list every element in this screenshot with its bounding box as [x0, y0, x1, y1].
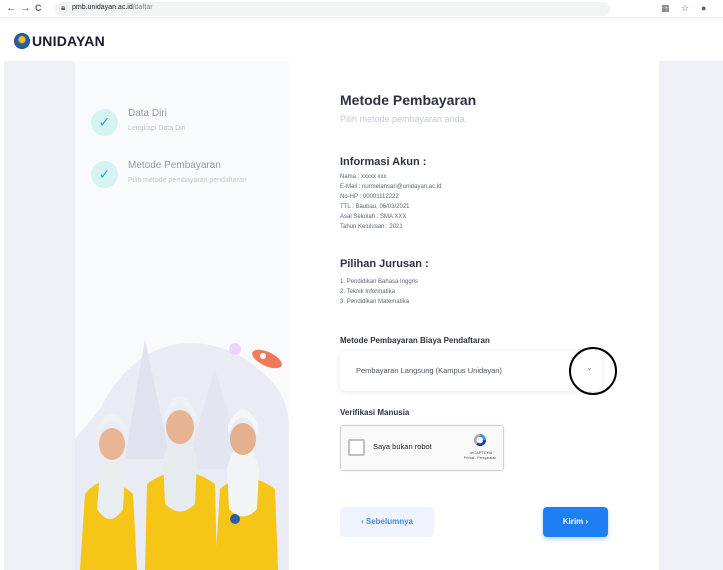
recaptcha-widget: Saya bukan robot reCAPTCHA Privasi - Per… [340, 425, 504, 471]
step-title: Metode Pembayaran [128, 160, 221, 171]
site-header: UNIDAYAN [0, 19, 723, 61]
verification-label: Verifikasi Manusia [340, 408, 410, 417]
major-item: 1. Pendidikan Bahasa Inggris [340, 279, 419, 285]
forward-icon[interactable]: → [20, 2, 31, 15]
recaptcha-logo-icon [473, 433, 487, 447]
step-title: Data Diri [128, 108, 167, 119]
lock-icon: 🔒︎ [61, 3, 66, 12]
bookmark-star-icon[interactable]: ☆ [681, 3, 689, 14]
recaptcha-brand: reCAPTCHA [469, 450, 493, 455]
step-description: Pilih metode pembayaran pendaftaran [128, 177, 247, 184]
check-icon: ✓ [91, 161, 118, 188]
recaptcha-label: Saya bukan robot [373, 442, 432, 451]
address-bar[interactable]: 🔒︎ pmb.unidayan.ac.id/daftar [55, 2, 610, 16]
recaptcha-checkbox[interactable] [348, 439, 365, 456]
previous-button[interactable]: ‹ Sebelumnya [340, 507, 434, 537]
steps-panel: ✓ Data Diri Lengkapi Data Diri ✓ Metode … [75, 61, 289, 570]
account-school: Asal Sekolah : SMA XXX [340, 214, 407, 220]
logo-text[interactable]: UNIDAYAN [32, 33, 105, 49]
account-email: E-Mail : nurmelansari@unidayan.ac.id [340, 184, 442, 190]
payment-method-label: Metode Pembayaran Biaya Pendaftaran [340, 336, 490, 345]
reload-icon[interactable]: C [35, 2, 42, 15]
translate-icon[interactable]: ▦ [661, 3, 670, 14]
page-title: Metode Pembayaran [340, 92, 477, 108]
recaptcha-links[interactable]: Privasi - Persyaratan [456, 456, 504, 460]
profile-icon[interactable]: ● [701, 3, 706, 13]
major-choices-heading: Pilihan Jurusan : [340, 258, 429, 270]
major-item: 3. Pendidikan Matematika [340, 299, 410, 305]
form-panel: Metode Pembayaran Pilih metode pembayara… [289, 61, 659, 570]
major-item: 2. Teknik Informatika [340, 289, 395, 295]
submit-button[interactable]: Kirim › [543, 507, 608, 537]
url-text: pmb.unidayan.ac.id/daftar [72, 4, 153, 11]
highlight-circle [569, 347, 617, 395]
payment-method-value: Pembayaran Langsung (Kampus Unidayan) [356, 366, 502, 375]
back-icon[interactable]: ← [6, 2, 17, 15]
unidayan-logo-icon[interactable] [14, 33, 30, 49]
account-birth: TTL : Baubau, 06/03/2021 [340, 204, 410, 210]
account-phone: No-HP : 00001112222 [340, 194, 399, 200]
payment-method-select[interactable]: Pembayaran Langsung (Kampus Unidayan) ⌄ [340, 351, 602, 391]
check-icon: ✓ [91, 109, 118, 136]
account-grad-year: Tahun Kelulusan : 2021 [340, 224, 403, 230]
step-description: Lengkapi Data Diri [128, 125, 186, 132]
account-info-heading: Informasi Akun : [340, 156, 427, 168]
browser-toolbar: ← → C 🔒︎ pmb.unidayan.ac.id/daftar ▦ ☆ ● [0, 0, 723, 18]
students-illustration [75, 339, 289, 570]
account-name: Nama : xxxxx xxx [340, 174, 387, 180]
page-subtitle: Pilih metode pembayaran anda. [340, 114, 468, 124]
